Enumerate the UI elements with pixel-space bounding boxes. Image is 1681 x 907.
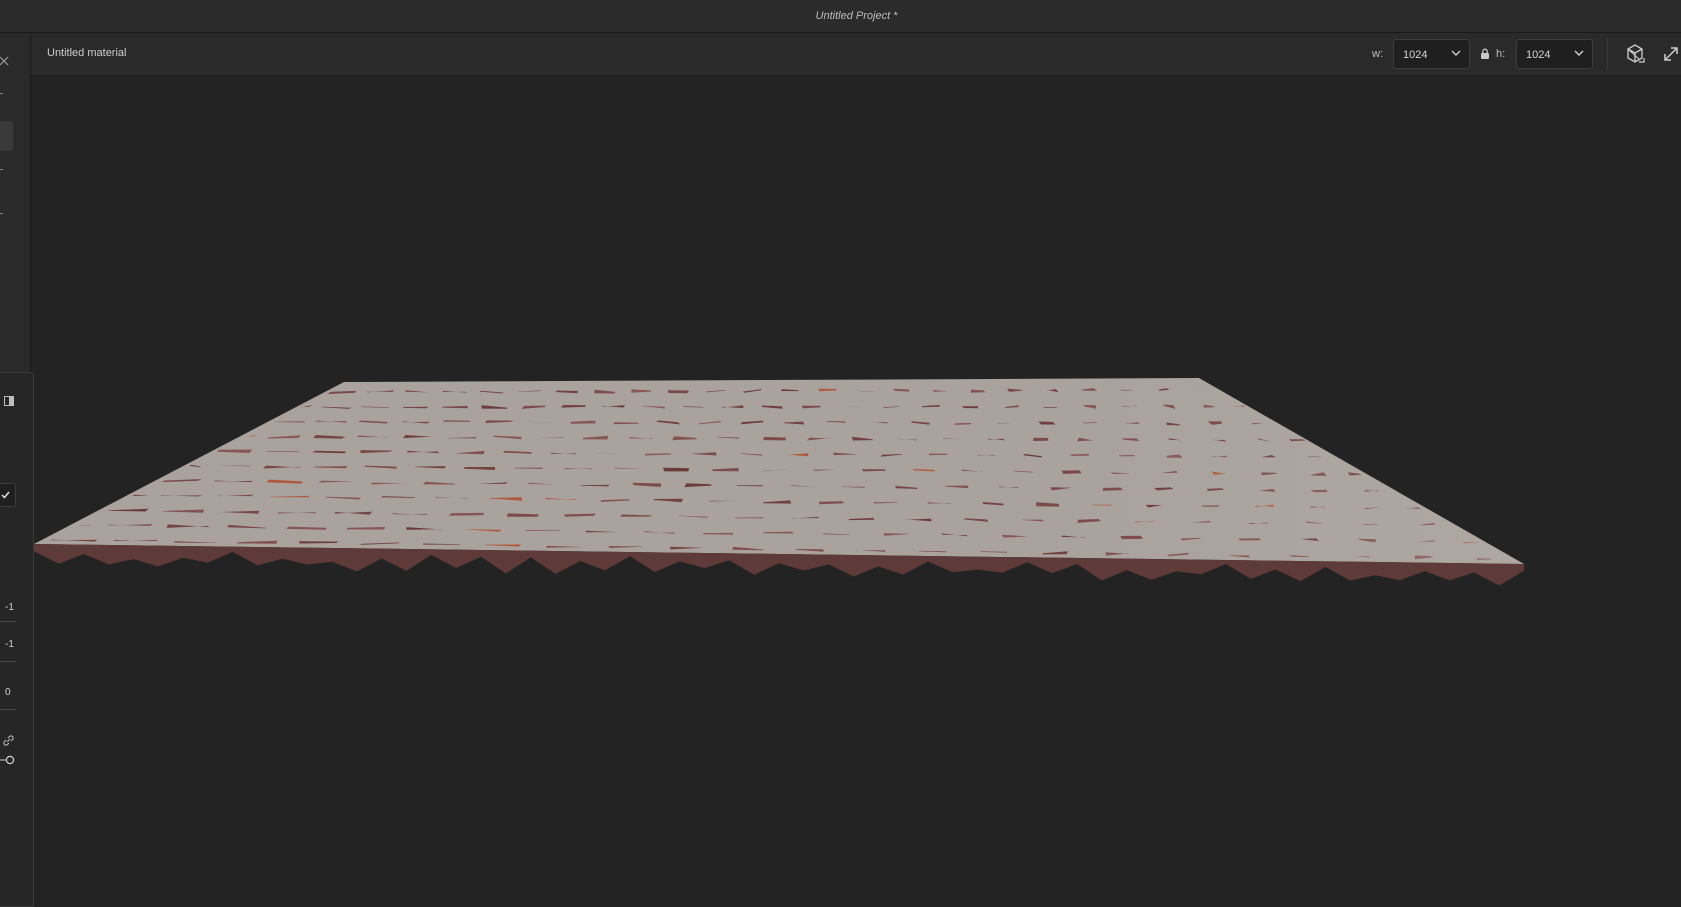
value-field[interactable]: -1: [5, 639, 14, 650]
tool-item[interactable]: [0, 93, 3, 94]
tool-item[interactable]: [0, 169, 3, 170]
lighting-overlay: [34, 378, 1524, 564]
title-bar: Untitled Project *: [0, 0, 1681, 33]
project-title: Untitled Project *: [815, 10, 898, 22]
divider: [0, 661, 16, 662]
value-field[interactable]: 0: [5, 687, 11, 698]
divider: [0, 621, 16, 622]
checkmark-icon: [1, 491, 10, 499]
lock-icon[interactable]: [1480, 48, 1490, 60]
close-icon[interactable]: [0, 55, 12, 67]
width-label: w:: [1372, 48, 1383, 60]
width-value: 1024: [1403, 49, 1428, 61]
tool-item[interactable]: [0, 213, 3, 214]
height-value: 1024: [1526, 49, 1551, 61]
material-name: Untitled material: [47, 47, 127, 59]
height-select[interactable]: 1024: [1516, 39, 1593, 69]
height-label: h:: [1496, 48, 1506, 60]
viewport-toolbar: Untitled material w: 1024 h: 1024: [31, 33, 1681, 76]
expand-icon[interactable]: [1659, 42, 1681, 66]
material-preview-mesh[interactable]: [34, 76, 1681, 907]
slider-handle[interactable]: [0, 755, 16, 765]
3d-view-icon[interactable]: [1623, 42, 1647, 66]
brick-surface: [34, 378, 1524, 586]
divider: [0, 709, 16, 710]
link-icon[interactable]: [3, 735, 14, 746]
checkbox[interactable]: [0, 483, 16, 507]
value-field[interactable]: -1: [5, 602, 14, 613]
toolbar-divider: [1607, 39, 1608, 69]
panel-toggle-icon[interactable]: [4, 396, 14, 406]
properties-panel: -1 -1 0: [0, 372, 34, 907]
tool-item-selected[interactable]: [0, 121, 13, 151]
chevron-down-icon: [1451, 50, 1461, 56]
3d-viewport[interactable]: [34, 76, 1681, 907]
width-select[interactable]: 1024: [1393, 39, 1470, 69]
chevron-down-icon: [1574, 50, 1584, 56]
